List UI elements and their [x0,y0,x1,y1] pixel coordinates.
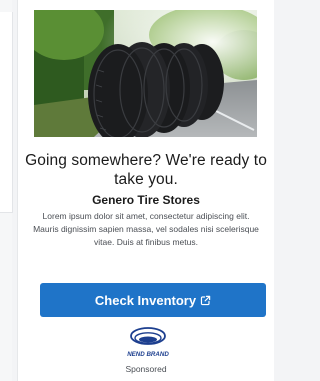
check-inventory-button[interactable]: Check Inventory [40,283,266,317]
svg-text:NEND BRAND: NEND BRAND [127,351,169,358]
adjacent-panel [0,0,13,381]
sponsored-ad-card[interactable]: Going somewhere? We're ready to take you… [17,0,274,381]
tires-hero-image[interactable] [34,10,257,137]
external-link-icon [200,295,211,306]
brand-logo[interactable]: NEND BRAND [124,326,172,362]
ad-body-text: Lorem ipsum dolor sit amet, consectetur … [33,211,259,248]
ad-headline[interactable]: Going somewhere? We're ready to take you… [18,151,274,189]
cta-label: Check Inventory [94,292,197,308]
adjacent-card [0,12,13,213]
sponsored-label: Sponsored [125,364,167,374]
brand-name[interactable]: Genero Tire Stores [18,193,274,207]
